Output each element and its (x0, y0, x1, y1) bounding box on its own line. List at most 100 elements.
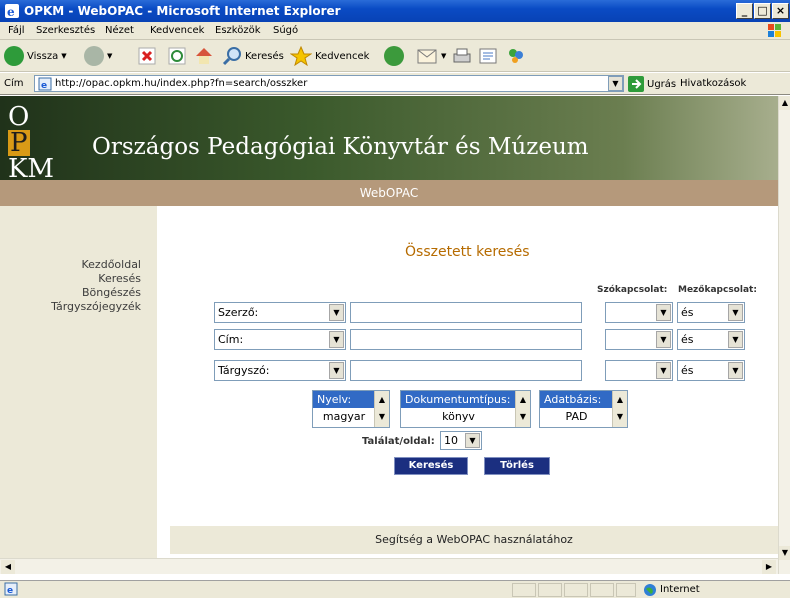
results-per-page-value: 10 (444, 434, 458, 447)
title-bar: e OPKM - WebOPAC - Microsoft Internet Ex… (0, 0, 790, 22)
listbox-scrollbar[interactable]: ▲ ▼ (612, 391, 627, 427)
menu-view[interactable]: Nézet (105, 25, 134, 36)
field-operator-header: Mezőkapcsolat: (678, 285, 757, 295)
field-operator-value: és (681, 364, 694, 377)
refresh-button[interactable] (168, 46, 186, 66)
database-listbox[interactable]: Adatbázis: PAD ▲ ▼ (539, 390, 628, 428)
address-dropdown-arrow[interactable]: ▼ (608, 76, 623, 91)
print-button[interactable] (452, 46, 472, 66)
home-icon (196, 48, 212, 64)
clear-button[interactable]: Törlés (484, 457, 550, 475)
nav-search[interactable]: Keresés (98, 272, 141, 285)
document-type-listbox[interactable]: Dokumentumtípus: könyv ▲ ▼ (400, 390, 531, 428)
field-select-1[interactable]: Szerző: ▼ (214, 302, 346, 323)
maximize-button[interactable]: □ (754, 3, 771, 19)
document-type-value[interactable]: könyv (401, 408, 530, 425)
dropdown-arrow-icon: ▼ (656, 304, 671, 321)
scroll-up-icon: ▲ (519, 395, 527, 404)
word-operator-select-3[interactable]: ▼ (605, 360, 673, 381)
dropdown-arrow-icon: ▼ (329, 362, 344, 379)
favorites-button[interactable]: Kedvencek (290, 46, 369, 66)
word-operator-select-2[interactable]: ▼ (605, 329, 673, 350)
field-operator-select-3[interactable]: és ▼ (677, 360, 745, 381)
address-url: http://opac.opkm.hu/index.php?fn=search/… (55, 78, 308, 89)
page-status-icon: e (4, 582, 18, 596)
dropdown-arrow-icon: ▼ (329, 304, 344, 321)
favorites-star-icon (290, 46, 312, 66)
field-select-2[interactable]: Cím: ▼ (214, 329, 346, 350)
menu-bar: Fájl Szerkesztés Nézet Kedvencek Eszközö… (0, 22, 790, 40)
go-arrow-icon (628, 76, 644, 92)
logo-letter-p: P (8, 128, 30, 158)
opkm-logo: OP KM (8, 104, 54, 182)
forward-button[interactable]: ▼ (84, 46, 112, 66)
back-label: Vissza (27, 50, 59, 62)
site-name: Országos Pedagógiai Könyvtár és Múzeum (92, 134, 589, 160)
site-banner: OP KM Országos Pedagógiai Könyvtár és Mú… (0, 96, 778, 182)
nav-home[interactable]: Kezdőoldal (82, 258, 142, 271)
address-label: Cím (4, 78, 24, 89)
field-operator-select-1[interactable]: és ▼ (677, 302, 745, 323)
close-button[interactable]: × (772, 3, 789, 19)
page-viewport: OP KM Országos Pedagógiai Könyvtár és Mú… (0, 96, 778, 574)
results-per-page-select[interactable]: 10 ▼ (440, 431, 482, 450)
menu-edit[interactable]: Szerkesztés (36, 25, 95, 36)
refresh-icon (168, 47, 186, 65)
edit-icon (479, 48, 497, 64)
nav-browse[interactable]: Böngészés (82, 286, 141, 299)
scroll-up-icon[interactable]: ▲ (779, 96, 790, 110)
field-operator-value: és (681, 333, 694, 346)
search-submit-button[interactable]: Keresés (394, 457, 468, 475)
history-button[interactable] (384, 46, 404, 66)
menu-tools[interactable]: Eszközök (215, 25, 261, 36)
menu-help[interactable]: Súgó (273, 25, 298, 36)
menu-favorites[interactable]: Kedvencek (150, 25, 204, 36)
nav-subject-index[interactable]: Tárgyszójegyzék (51, 300, 141, 313)
word-operator-select-1[interactable]: ▼ (605, 302, 673, 323)
listbox-scrollbar[interactable]: ▲ ▼ (515, 391, 530, 427)
field-select-3[interactable]: Tárgyszó: ▼ (214, 360, 346, 381)
minimize-button[interactable]: _ (736, 3, 753, 19)
field-select-value: Tárgyszó: (218, 364, 270, 377)
search-button[interactable]: Keresés (222, 46, 284, 66)
favorites-label: Kedvencek (315, 50, 370, 62)
field-select-value: Szerző: (218, 306, 259, 319)
search-label: Keresés (245, 50, 284, 62)
address-bar: Cím e http://opac.opkm.hu/index.php?fn=s… (0, 73, 790, 95)
print-icon (453, 48, 471, 63)
help-link[interactable]: Segítség a WebOPAC használatához (170, 526, 778, 554)
language-listbox[interactable]: Nyelv: magyar ▲ ▼ (312, 390, 390, 428)
dropdown-arrow-icon: ▼ (465, 433, 480, 448)
back-button[interactable]: Vissza ▼ (4, 46, 67, 66)
edit-button[interactable] (478, 46, 498, 66)
status-zone (564, 583, 588, 597)
stop-button[interactable] (138, 46, 156, 66)
windows-logo-icon (768, 24, 781, 37)
search-icon (222, 47, 241, 66)
scroll-left-icon[interactable]: ◀ (1, 560, 15, 574)
listbox-scrollbar[interactable]: ▲ ▼ (374, 391, 389, 427)
messenger-icon (509, 49, 523, 63)
search-term-input-1[interactable] (350, 302, 582, 323)
search-term-input-2[interactable] (350, 329, 582, 350)
mail-button[interactable]: ▼ (416, 46, 446, 66)
history-icon (384, 46, 404, 66)
address-input[interactable]: e http://opac.opkm.hu/index.php?fn=searc… (34, 75, 624, 92)
go-button[interactable]: Ugrás (628, 76, 676, 92)
home-button[interactable] (194, 46, 214, 66)
search-term-input-3[interactable] (350, 360, 582, 381)
mail-icon (417, 49, 437, 64)
svg-text:e: e (7, 5, 15, 19)
links-label[interactable]: Hivatkozások (680, 78, 746, 89)
horizontal-scrollbar[interactable]: ◀ ▶ (0, 558, 778, 574)
scroll-down-icon: ▼ (378, 412, 386, 421)
field-operator-select-2[interactable]: és ▼ (677, 329, 745, 350)
status-zone (616, 583, 636, 597)
messenger-button[interactable] (506, 46, 526, 66)
vertical-scrollbar[interactable]: ▲ ▼ (778, 96, 790, 574)
menu-file[interactable]: Fájl (8, 25, 25, 36)
dropdown-arrow-icon: ▼ (61, 52, 67, 60)
scroll-right-icon[interactable]: ▶ (762, 560, 776, 574)
field-select-value: Cím: (218, 333, 244, 346)
scroll-down-icon[interactable]: ▼ (779, 546, 790, 560)
